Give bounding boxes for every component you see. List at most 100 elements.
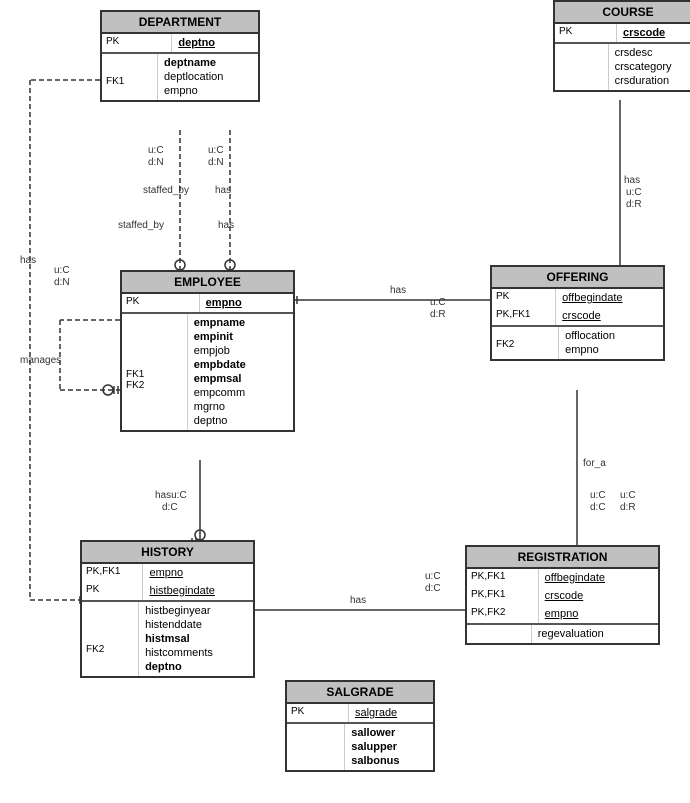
course-pk-key: PK (555, 24, 617, 42)
course-crsduration: crsduration (615, 74, 690, 88)
sal-f1-key (287, 724, 345, 770)
hist-pk1-key: PK,FK1 (82, 564, 143, 582)
label-dr8: d:R (620, 502, 636, 513)
label-staffed-by: staffed_by (143, 185, 189, 196)
emp-empno: empno (206, 296, 287, 310)
emp-empbdate: empbdate (194, 358, 287, 372)
reg-crscode: crscode (545, 589, 652, 603)
label-has-hist-reg: has (350, 595, 366, 606)
erd-diagram: staffed_by has u:C d:N u:C d:N staffed_b… (0, 0, 690, 803)
reg-offbegindate: offbegindate (545, 571, 652, 585)
hist-histmsal: histmsal (145, 632, 247, 646)
label-staffed-by-text: staffed_by (118, 220, 164, 231)
label-uc3: u:C (54, 265, 70, 276)
reg-pk2-field: crscode (539, 587, 658, 605)
dept-deptno: deptno (178, 36, 252, 50)
sal-salgrade: salgrade (355, 706, 427, 720)
label-dr5: d:R (626, 199, 642, 210)
sal-sallower: sallower (351, 726, 427, 740)
sal-pk-field: salgrade (349, 704, 433, 722)
emp-mgrno: mgrno (194, 400, 287, 414)
off-empno: empno (565, 343, 657, 357)
emp-empinit: empinit (194, 330, 287, 344)
label-uc8: u:C (620, 490, 636, 501)
off-offlocation: offlocation (565, 329, 657, 343)
label-has-course-off: has (624, 175, 640, 186)
entity-offering-header: OFFERING (492, 267, 663, 289)
dept-fields: deptname deptlocation empno (158, 54, 258, 100)
hist-fk2-key: FK2 (82, 602, 139, 676)
emp-pk-field: empno (200, 294, 293, 312)
entity-registration-header: REGISTRATION (467, 547, 658, 569)
reg-empno: empno (545, 607, 652, 621)
emp-fields: empname empinit empjob empbdate empmsal … (188, 314, 293, 430)
entity-history-header: HISTORY (82, 542, 253, 564)
reg-f1-key (467, 625, 532, 643)
hist-pk2-key: PK (82, 582, 143, 600)
off-pk2-field: crscode (556, 307, 663, 325)
sal-salbonus: salbonus (351, 754, 427, 768)
entity-department-header: DEPARTMENT (102, 12, 258, 34)
entity-history: HISTORY PK,FK1 empno PK histbegindate FK… (80, 540, 255, 678)
reg-pk1-field: offbegindate (539, 569, 658, 587)
dept-pk-field: deptno (172, 34, 258, 52)
emp-deptno: deptno (194, 414, 287, 428)
dept-fk1-key: FK1 (102, 54, 158, 100)
course-crsdesc: crsdesc (615, 46, 690, 60)
course-f1-key (555, 44, 609, 90)
dept-deptlocation: deptlocation (164, 70, 252, 84)
label-uc6: u:C (425, 571, 441, 582)
hist-pk2-field: histbegindate (143, 582, 253, 600)
entity-course: COURSE PK crscode crsdesc crscategory cr… (553, 0, 690, 92)
reg-pk2-key: PK,FK1 (467, 587, 539, 605)
hist-pk1-field: empno (143, 564, 253, 582)
label-has-emp-off: has (390, 285, 406, 296)
emp-empmsal: empmsal (194, 372, 287, 386)
entity-salgrade: SALGRADE PK salgrade sallower salupper s… (285, 680, 435, 772)
course-crscategory: crscategory (615, 60, 690, 74)
entity-employee: EMPLOYEE PK empno FK1FK2 empname empinit… (120, 270, 295, 432)
emp-empjob: empjob (194, 344, 287, 358)
sal-pk-key: PK (287, 704, 349, 722)
off-pk1-field: offbegindate (556, 289, 663, 307)
course-fields: crsdesc crscategory crsduration (609, 44, 690, 90)
emp-fk-key: FK1FK2 (122, 314, 188, 430)
course-crscode: crscode (623, 26, 690, 40)
emp-pk-key: PK (122, 294, 200, 312)
entity-department: DEPARTMENT PK deptno FK1 deptname deptlo… (100, 10, 260, 102)
label-has-left: has (20, 255, 36, 266)
label-uc2: u:C (208, 145, 224, 156)
label-dr4: d:R (430, 309, 446, 320)
hist-histenddate: histenddate (145, 618, 247, 632)
label-dn2: d:N (208, 157, 224, 168)
label-uc5: u:C (626, 187, 642, 198)
entity-employee-header: EMPLOYEE (122, 272, 293, 294)
off-fk2-key: FK2 (492, 327, 559, 359)
label-fora: for_a (583, 458, 606, 469)
label-has-dept: has (218, 220, 234, 231)
off-fields: offlocation empno (559, 327, 663, 359)
label-dc7: d:C (590, 502, 606, 513)
label-dn3: d:N (54, 277, 70, 288)
emp-empcomm: empcomm (194, 386, 287, 400)
label-dn1: d:N (148, 157, 164, 168)
sal-salupper: salupper (351, 740, 427, 754)
off-pk1-key: PK (492, 289, 556, 307)
entity-course-header: COURSE (555, 2, 690, 24)
entity-salgrade-header: SALGRADE (287, 682, 433, 704)
off-offbegindate: offbegindate (562, 291, 657, 305)
hist-histbeginyear: histbeginyear (145, 604, 247, 618)
label-dc6: d:C (425, 583, 441, 594)
hist-histbegindate: histbegindate (149, 584, 247, 598)
entity-registration: REGISTRATION PK,FK1 offbegindate PK,FK1 … (465, 545, 660, 645)
reg-pk1-key: PK,FK1 (467, 569, 539, 587)
entity-offering: OFFERING PK offbegindate PK,FK1 crscode … (490, 265, 665, 361)
off-pk2-key: PK,FK1 (492, 307, 556, 325)
label-dc: d:C (162, 502, 178, 513)
emp-empname: empname (194, 316, 287, 330)
reg-pk3-key: PK,FK2 (467, 605, 539, 623)
label-uc7: u:C (590, 490, 606, 501)
reg-pk3-field: empno (539, 605, 658, 623)
dept-deptname: deptname (164, 56, 252, 70)
label-manages: manages (20, 355, 61, 366)
